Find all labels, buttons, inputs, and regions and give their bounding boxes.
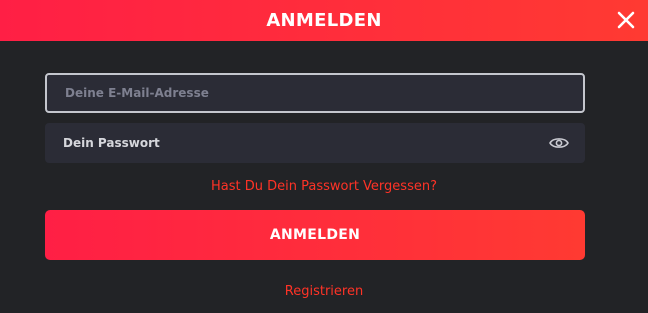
modal-header: ANMELDEN [0,0,648,41]
modal-title: ANMELDEN [266,10,382,31]
close-button[interactable] [614,8,638,32]
forgot-password-link[interactable]: Hast Du Dein Passwort Vergessen? [0,179,648,194]
login-modal: ANMELDEN Hast Du Dein Passwort Vergessen… [0,0,648,313]
password-input[interactable] [45,123,585,163]
login-submit-button[interactable]: ANMELDEN [45,210,585,260]
show-password-button[interactable] [549,134,569,152]
email-field[interactable] [45,73,585,113]
eye-icon [549,138,569,148]
email-input[interactable] [47,75,583,111]
close-icon [617,11,635,29]
password-field[interactable] [45,123,585,163]
register-link[interactable]: Registrieren [0,284,648,299]
